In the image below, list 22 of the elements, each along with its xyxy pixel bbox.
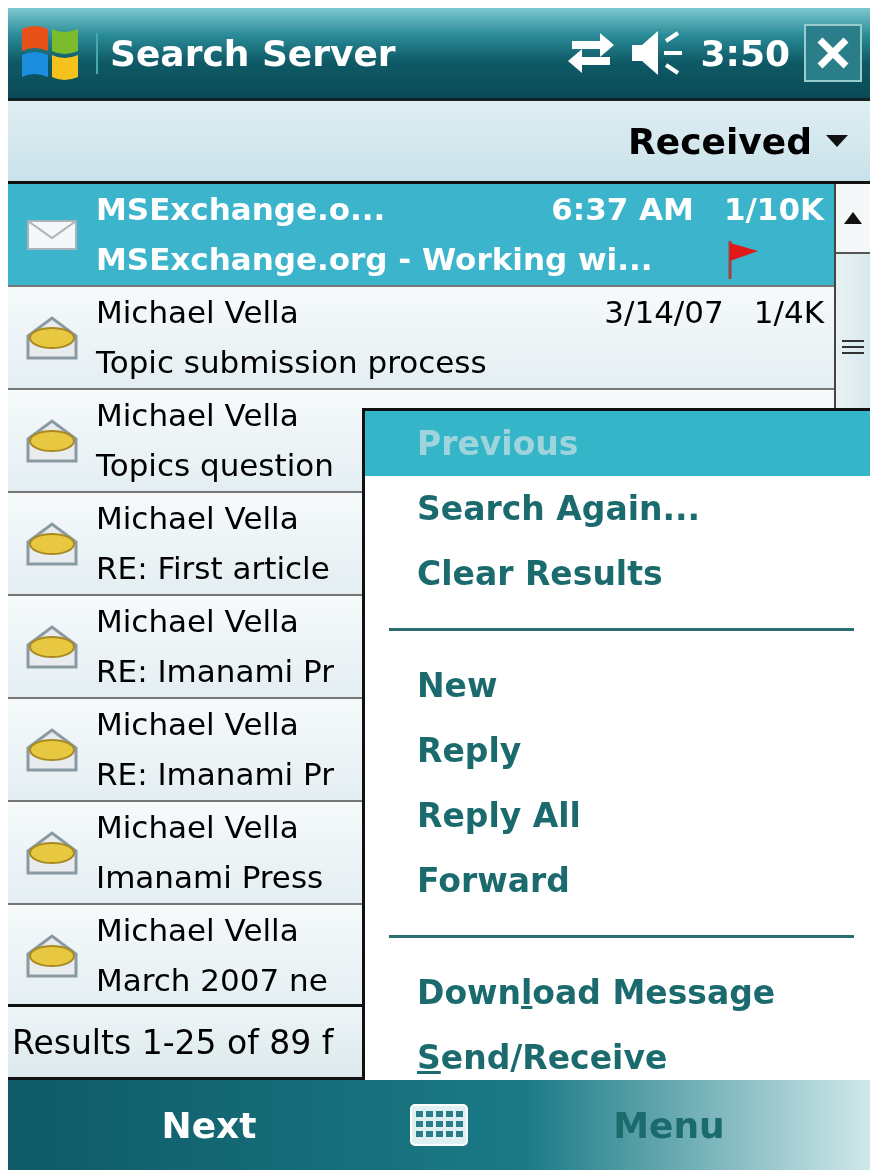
message-date: 6:37 AM xyxy=(550,191,694,227)
message-subject: Topic submission process xyxy=(96,344,487,380)
sender-name: Michael Vella xyxy=(96,500,299,536)
window-title: Search Server xyxy=(96,32,553,74)
message-subject: MSExchange.org - Working wi... xyxy=(96,241,653,277)
message-size: 1/4K xyxy=(753,294,824,330)
message-date: 3/14/07 xyxy=(603,294,724,330)
sender-name: Michael Vella xyxy=(96,912,299,948)
message-subject: RE: Imanami Pr xyxy=(96,756,334,792)
message-subject: Topics question xyxy=(96,447,334,483)
sender-name: Michael Vella xyxy=(96,809,299,845)
message-subject: March 2007 ne xyxy=(96,962,328,998)
message-subject: Imanami Press xyxy=(96,859,324,895)
sender-name: MSExchange.o... xyxy=(96,191,386,227)
sender-name: Michael Vella xyxy=(96,603,299,639)
message-subject: RE: Imanami Pr xyxy=(96,653,334,689)
sender-name: Michael Vella xyxy=(96,294,299,330)
message-subject: RE: First article xyxy=(96,550,330,586)
sender-name: Michael Vella xyxy=(96,397,299,433)
results-count: Results 1-25 of 89 f xyxy=(12,1022,334,1062)
message-size: 1/10K xyxy=(723,191,824,227)
sender-name: Michael Vella xyxy=(96,706,299,742)
